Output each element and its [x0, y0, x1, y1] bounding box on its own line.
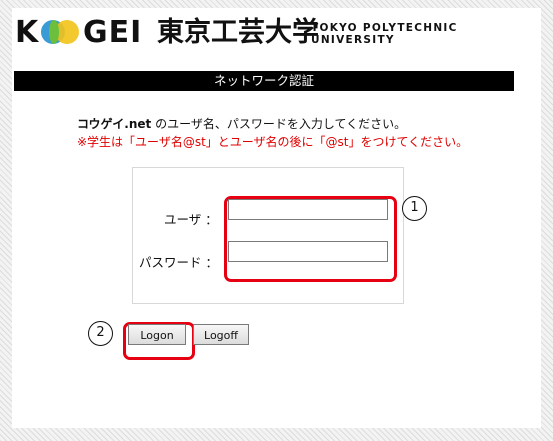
instruction-text: のユーザ名、パスワードを入力してください。: [151, 117, 407, 131]
step-marker-1: 1: [402, 196, 427, 221]
student-notice: ※学生は「ユーザ名@st」とユーザ名の後に「@st」をつけてください。: [77, 135, 469, 149]
password-label: パスワード ：: [139, 255, 218, 270]
username-input[interactable]: [228, 199, 388, 220]
logo-japanese-name: 東京工芸大学: [157, 17, 319, 48]
logo-english-name: TOKYO POLYTECHNIC UNIVERSITY: [311, 22, 458, 46]
university-logo: K GEI 東京工芸大学 TOKYO POLYTECHNIC UNIVERSIT…: [13, 16, 513, 52]
page-title: ネットワーク認証: [14, 71, 514, 91]
logo-english-line2: UNIVERSITY: [311, 34, 395, 46]
logo-letter-k: K: [15, 15, 40, 50]
step-marker-2: 2: [88, 321, 113, 346]
logo-english-line1: TOKYO POLYTECHNIC: [311, 22, 458, 34]
brand-name: コウゲイ.net: [77, 117, 152, 131]
logon-button[interactable]: Logon: [128, 324, 186, 345]
logo-letters-gei: GEI: [83, 15, 143, 50]
username-label: ユーザ ：: [164, 212, 218, 227]
logo-circles-icon: [41, 20, 81, 46]
logoff-button[interactable]: Logoff: [193, 324, 249, 345]
password-input[interactable]: [228, 241, 388, 262]
instruction-line: コウゲイ.net のユーザ名、パスワードを入力してください。: [77, 115, 406, 132]
